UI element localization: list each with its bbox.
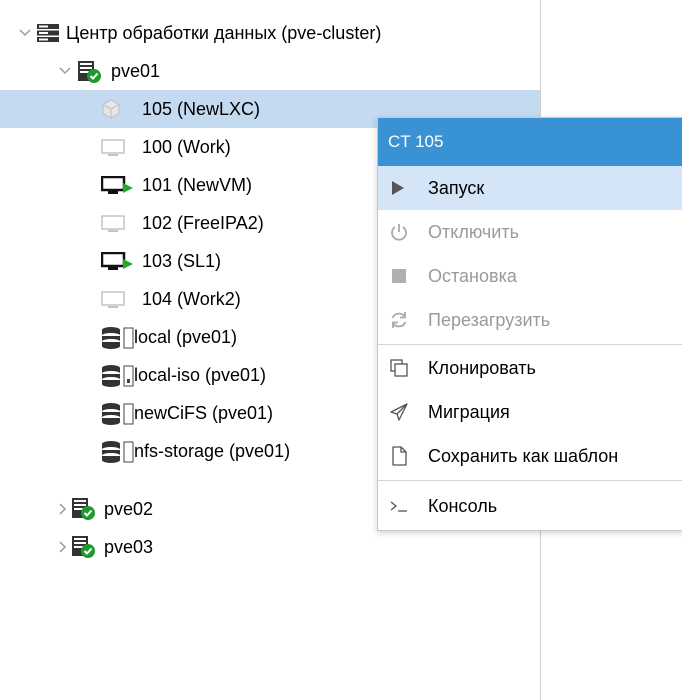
- tree-label: newCiFS (pve01): [134, 403, 274, 423]
- context-menu-title: CT 105: [378, 118, 682, 166]
- menu-item-label: Запуск: [428, 178, 485, 198]
- menu-item-label: Миграция: [428, 402, 510, 422]
- node-online-icon: [76, 60, 102, 89]
- datacenter-icon: [36, 23, 60, 48]
- tree-label: pve01: [111, 61, 161, 81]
- play-icon: [388, 177, 410, 199]
- vm-running-icon: [100, 251, 141, 277]
- tree-label: 103 (SL1): [142, 251, 222, 271]
- menu-item-clone[interactable]: Клонировать: [378, 346, 682, 390]
- menu-item-start[interactable]: Запуск: [378, 166, 682, 210]
- tree-label: Центр обработки данных (pve-cluster): [66, 23, 382, 43]
- menu-separator: [378, 480, 682, 481]
- send-icon: [388, 401, 410, 423]
- terminal-icon: [388, 495, 410, 517]
- tree-label: 105 (NewLXC): [142, 99, 261, 119]
- chevron-down-icon[interactable]: [18, 26, 32, 40]
- tree-label: pve03: [104, 537, 154, 557]
- vm-running-icon: [100, 175, 141, 201]
- menu-item-label: Отключить: [428, 222, 519, 242]
- menu-item-console[interactable]: Консоль: [378, 484, 682, 528]
- tree-label: nfs-storage (pve01): [134, 441, 291, 461]
- tree-row-datacenter[interactable]: Центр обработки данных (pve-cluster): [0, 14, 540, 52]
- vm-stopped-icon: [101, 291, 127, 314]
- tree-row-node-pve01[interactable]: pve01: [0, 52, 540, 90]
- context-menu: CT 105 Запуск Отключить Остановка Переза…: [377, 117, 682, 531]
- menu-item-convert-template[interactable]: Сохранить как шаблон: [378, 434, 682, 478]
- refresh-icon: [388, 309, 410, 331]
- tree-label: 100 (Work): [142, 137, 231, 157]
- vm-stopped-icon: [101, 215, 127, 238]
- tree-label: 102 (FreeIPA2): [142, 213, 264, 233]
- menu-item-label: Консоль: [428, 496, 498, 516]
- tree-label: local-iso (pve01): [134, 365, 267, 385]
- chevron-down-icon[interactable]: [58, 64, 72, 78]
- menu-item-reboot[interactable]: Перезагрузить: [378, 298, 682, 342]
- tree-label: local (pve01): [134, 327, 238, 347]
- stop-icon: [388, 265, 410, 287]
- menu-item-label: Сохранить как шаблон: [428, 446, 619, 466]
- menu-item-label: Клонировать: [428, 358, 536, 378]
- container-icon: [101, 99, 121, 124]
- menu-item-shutdown[interactable]: Отключить: [378, 210, 682, 254]
- menu-item-label: Остановка: [428, 266, 517, 286]
- menu-item-label: Перезагрузить: [428, 310, 551, 330]
- tree-label: pve02: [104, 499, 154, 519]
- chevron-right-icon[interactable]: [56, 502, 70, 516]
- file-icon: [388, 445, 410, 467]
- tree-label: 101 (NewVM): [142, 175, 253, 195]
- menu-item-migrate[interactable]: Миграция: [378, 390, 682, 434]
- tree-row-node-pve03[interactable]: pve03: [0, 528, 540, 566]
- menu-separator: [378, 344, 682, 345]
- tree-label: 104 (Work2): [142, 289, 241, 309]
- vm-stopped-icon: [101, 139, 127, 162]
- menu-item-stop[interactable]: Остановка: [378, 254, 682, 298]
- clone-icon: [388, 357, 410, 379]
- chevron-right-icon[interactable]: [56, 540, 70, 554]
- power-icon: [388, 221, 410, 243]
- node-online-icon: [70, 535, 96, 564]
- node-online-icon: [70, 497, 96, 526]
